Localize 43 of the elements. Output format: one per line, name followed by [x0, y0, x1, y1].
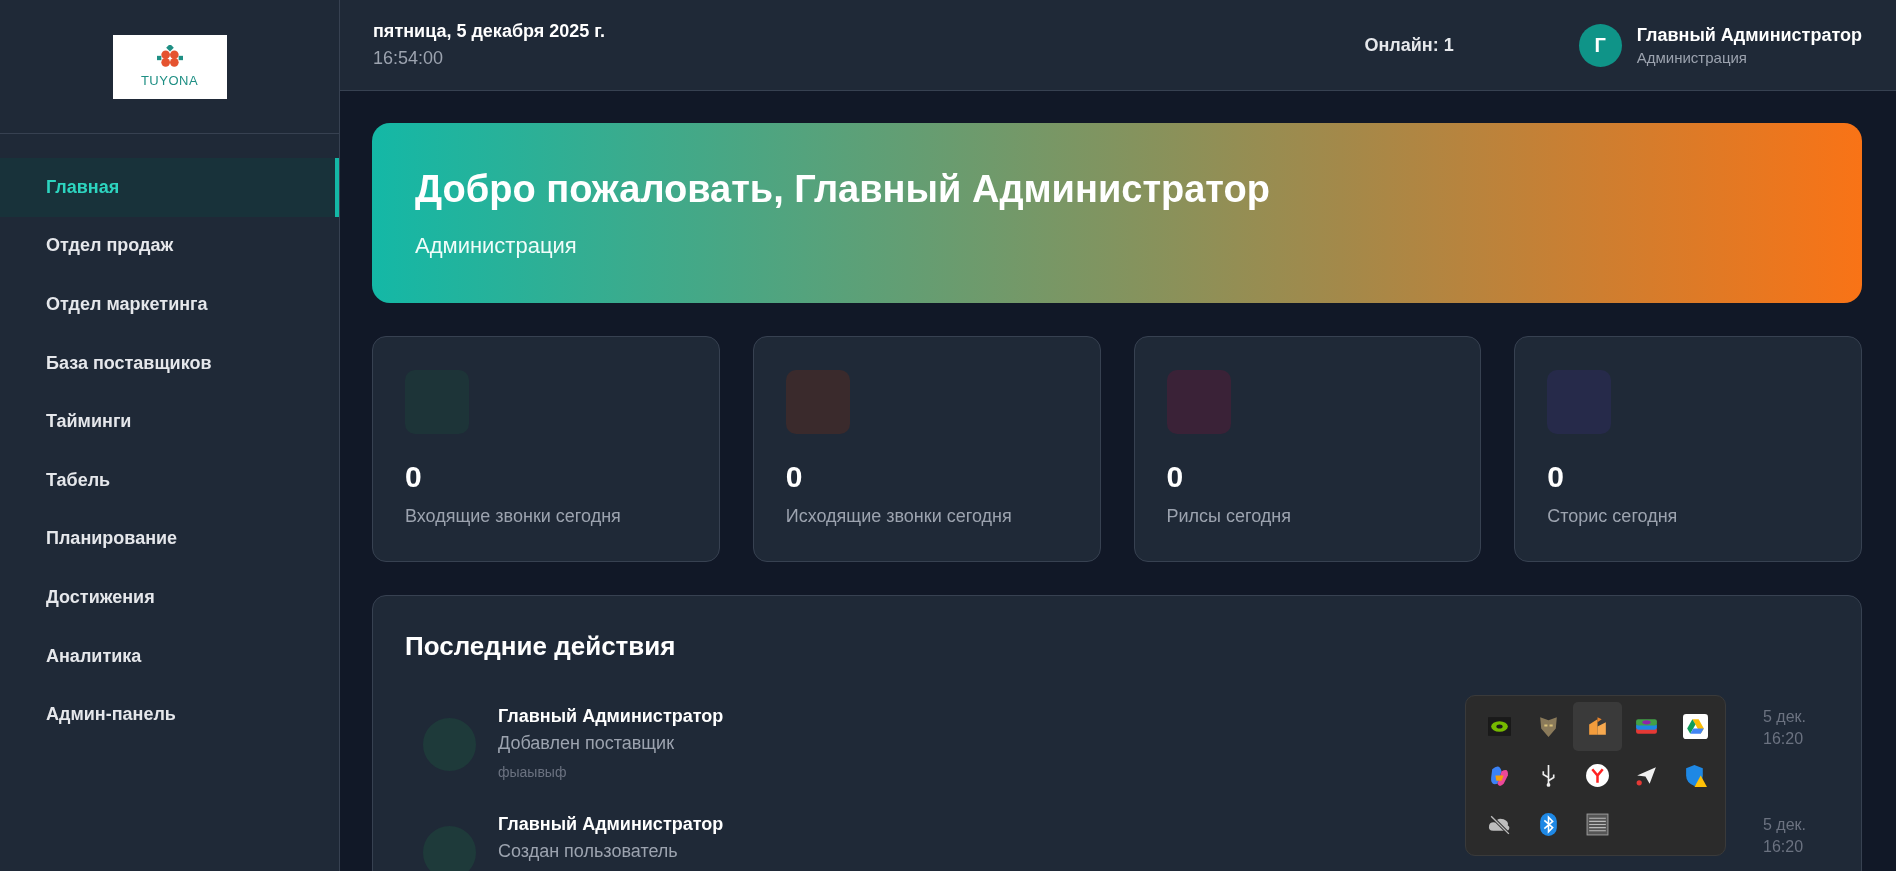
sidebar-item[interactable]: Главная	[0, 158, 339, 217]
stat-value: 0	[785, 460, 804, 494]
sidebar-item[interactable]: База поставщиков	[0, 333, 339, 393]
cloud-off-icon	[1487, 812, 1512, 837]
user-avatar[interactable]: Г	[1578, 23, 1622, 67]
activity-user: Главный Администратор	[498, 814, 724, 835]
logo-text: TUYONA	[140, 73, 199, 88]
stat-label: Входящие звонки сегодня	[405, 506, 622, 527]
date-text: пятница, 5 декабря 2025 г.	[373, 21, 605, 42]
activity-action: Добавлен поставщик	[498, 733, 675, 754]
sidebar-item[interactable]: Отдел маркетинга	[0, 275, 339, 334]
stat-label: Рилсы сегодня	[1166, 506, 1292, 527]
activity-detail: фыаывыф	[498, 764, 567, 780]
activity-time: 16:20	[1763, 836, 1805, 857]
activity-title: Последние действия	[405, 631, 677, 662]
user-role: Администрация	[1636, 48, 1748, 66]
sidebar-item[interactable]: Табель	[0, 450, 339, 510]
shield-warning-icon	[1683, 763, 1708, 788]
sidebar-item[interactable]: Тайминги	[0, 392, 339, 451]
sidebar-item[interactable]: Аналитика	[0, 626, 339, 686]
stat-label: Исходящие звонки сегодня	[785, 506, 1013, 527]
letter-circle-icon	[1585, 763, 1610, 788]
sidebar-item[interactable]: Планирование	[0, 509, 339, 569]
activity-date: 5 дек.	[1763, 815, 1808, 835]
sidebar-item[interactable]: Админ-панель	[0, 685, 339, 744]
welcome-subtitle: Администрация	[415, 232, 578, 259]
online-count: Онлайн: 1	[1364, 34, 1454, 56]
chip-icon	[1487, 714, 1512, 739]
tray-item[interactable]	[1573, 702, 1622, 751]
screen-icon	[1585, 812, 1610, 837]
stat-value: 0	[1166, 460, 1185, 494]
stat-value: 0	[1547, 460, 1565, 494]
clock-text: 16:54:00	[373, 48, 445, 69]
welcome-title: Добро пожаловать, Главный Администратор	[415, 167, 1271, 211]
sidebar-item[interactable]: Отдел продаж	[0, 216, 339, 276]
stat-label: Сторис сегодня	[1547, 506, 1679, 527]
activity-action: Создан пользователь	[498, 841, 678, 862]
activity-date: 5 дек.	[1763, 707, 1808, 727]
activity-time: 16:20	[1763, 728, 1805, 749]
user-name: Главный Администратор	[1636, 24, 1862, 46]
stat-value: 0	[405, 460, 423, 494]
activity-user: Главный Администратор	[498, 706, 724, 727]
sidebar-item[interactable]: Достижения	[0, 568, 339, 627]
